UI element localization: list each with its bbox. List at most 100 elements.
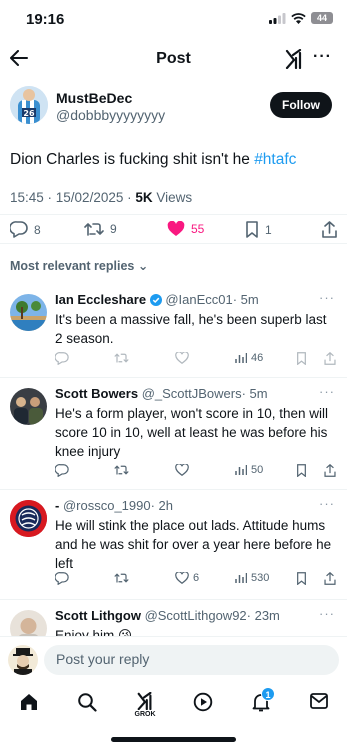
status-time: 19:16 [26,11,65,28]
reply-avatar[interactable] [10,610,47,636]
reply-item[interactable]: Ian Eccleshare @IanEcc01· 5m ··· It's be… [0,286,347,378]
mail-icon [310,693,328,709]
reply-repost-button[interactable] [114,464,129,476]
reply-like-button[interactable] [175,464,189,476]
reply-author-name[interactable]: - [55,498,59,513]
reply-icon [55,352,69,365]
reply-input[interactable]: Post your reply [44,645,339,675]
reply-header: Scott Bowers @_ScottJBowers· 5m [55,386,268,401]
reply-avatar[interactable] [10,500,47,537]
bookmark-icon [246,221,258,238]
reply-repost-button[interactable] [114,352,129,364]
grok-icon [137,692,152,710]
reply-avatar[interactable] [10,388,47,425]
hashtag-link[interactable]: #htafc [254,151,296,168]
reply-more-icon[interactable]: ··· [319,290,335,305]
reply-views-count: 50 [251,464,264,476]
status-icons: 44 [269,12,333,24]
reply-views[interactable]: 50 [235,464,263,476]
author-handle[interactable]: @dobbbyyyyyyyy [56,107,165,123]
reply-header: Scott Lithgow @ScottLithgow92· 23m [55,608,280,623]
reply-bookmark-button[interactable] [296,572,307,585]
avatar-image [10,294,47,331]
tab-video[interactable] [188,692,218,722]
avatar-image [8,645,38,675]
reply-views[interactable]: 46 [235,352,263,364]
reply-bookmark-button[interactable] [296,352,307,365]
home-indicator [111,737,236,742]
reply-text: He will stink the place out lads. Attitu… [55,518,332,571]
reply-time: · 5m [241,386,268,401]
reply-author-name[interactable]: Ian Eccleshare [55,292,146,307]
reply-views[interactable]: 530 [235,572,269,584]
reply-reply-button[interactable] [55,464,69,477]
tab-home[interactable] [14,692,44,722]
tab-messages[interactable] [304,692,334,722]
tweet-header: 26 MustBeDec @dobbbyyyyyyyy Follow [10,86,340,130]
author-name[interactable]: MustBeDec [56,90,165,106]
follow-button[interactable]: Follow [270,92,332,118]
tweet-text: Dion Charles is fucking shit isn't he #h… [10,150,296,170]
author-avatar[interactable]: 26 [10,86,48,124]
reply-share-button[interactable] [324,352,336,365]
notification-badge: 1 [261,687,275,701]
grok-label: GROK [134,711,156,718]
repost-icon [114,465,129,475]
reply-more-icon[interactable]: ··· [319,496,335,511]
reply-avatar[interactable] [10,294,47,331]
reply-repost-button[interactable] [114,572,129,584]
reply-share-button[interactable] [324,572,336,585]
reply-like-count: 6 [193,572,200,584]
reply-text: He's a form player, won't score in 10, t… [55,406,329,459]
reply-like-button[interactable]: 6 [175,572,199,584]
repost-count: 9 [110,222,117,236]
views-count: 5K [135,190,153,205]
views-chart-icon [235,465,247,475]
reply-handle[interactable]: @_ScottJBowers [142,386,242,401]
more-options-icon[interactable]: ··· [313,48,332,66]
sort-replies-dropdown[interactable]: Most relevant replies ⌄ [10,258,148,273]
status-bar: 19:16 44 [0,0,347,40]
heart-icon [175,464,189,476]
reply-author-name[interactable]: Scott Bowers [55,386,138,401]
reply-handle[interactable]: @IanEcc01 [165,292,232,307]
reply-author-name[interactable]: Scott Lithgow [55,608,141,623]
reply-handle[interactable]: @rossco_1990 [63,498,151,513]
verified-badge-icon [149,294,162,306]
reply-bookmark-button[interactable] [296,464,307,477]
reply-handle[interactable]: @ScottLithgow92 [145,608,247,623]
repost-icon [114,353,129,363]
like-button[interactable]: 55 [167,221,204,237]
repost-icon [114,573,129,583]
share-button[interactable] [322,221,337,238]
tab-notifications[interactable]: 1 [246,687,276,722]
own-avatar[interactable] [8,645,38,675]
reply-item[interactable]: - @rossco_1990· 2h ··· He will stink the… [0,492,347,600]
views-chart-icon [235,573,247,583]
reply-like-button[interactable] [175,352,189,364]
share-icon [324,464,336,477]
reply-more-icon[interactable]: ··· [319,606,335,621]
tab-search[interactable] [72,692,102,722]
tab-grok[interactable]: GROK [130,692,160,722]
reply-item[interactable]: Scott Bowers @_ScottJBowers· 5m ··· He's… [0,380,347,490]
reply-icon [55,572,69,585]
reply-more-icon[interactable]: ··· [319,384,335,399]
reply-reply-button[interactable] [55,352,69,365]
battery-level: 44 [316,13,327,23]
reply-text: Enjoy him 😘 [55,628,133,636]
reply-share-button[interactable] [324,464,336,477]
avatar-image [10,388,47,425]
share-icon [322,221,337,238]
play-circle-icon [193,692,213,712]
reply-item[interactable]: Scott Lithgow @ScottLithgow92· 23m ··· E… [0,602,347,636]
grok-icon[interactable] [284,49,304,69]
reply-button[interactable]: 8 [10,221,41,238]
reply-reply-button[interactable] [55,572,69,585]
repost-button[interactable]: 9 [84,221,117,237]
bookmark-button[interactable]: 1 [245,221,272,238]
heart-filled-icon [167,221,185,236]
search-icon [78,693,97,712]
like-count: 55 [191,222,205,236]
heart-icon [175,352,189,364]
